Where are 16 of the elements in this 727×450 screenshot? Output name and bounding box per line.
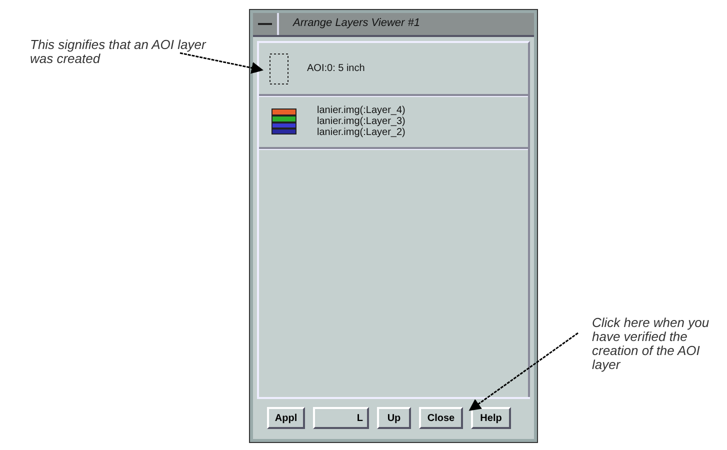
annotation-text: Click here when you have verified the creation of the AOI layer bbox=[592, 316, 710, 372]
layer-name: lanier.img(:Layer_2) bbox=[317, 127, 406, 138]
dialog-button[interactable]: Up bbox=[377, 407, 411, 429]
layer-name: AOI:0: 5 inch bbox=[307, 63, 365, 74]
layer-row[interactable]: AOI:0: 5 inch bbox=[259, 43, 528, 96]
dotted-rectangle-icon bbox=[269, 52, 289, 84]
layer-stack-icon bbox=[269, 106, 299, 136]
dialog-button[interactable]: Close bbox=[419, 407, 463, 429]
window-title: Arrange Layers Viewer #1 bbox=[292, 16, 420, 31]
dialog-button[interactable]: L bbox=[313, 407, 369, 429]
layer-row[interactable]: lanier.img(:Layer_4) lanier.img(:Layer_3) lanier.img(:Layer_2) bbox=[259, 96, 528, 149]
dialog-button[interactable]: Appl bbox=[267, 407, 305, 429]
dialog-button[interactable]: Help bbox=[471, 407, 511, 429]
layer-name: lanier.img(:Layer_4) bbox=[317, 105, 406, 116]
annotation-text: This signifies that an AOI layer was created bbox=[30, 38, 208, 66]
layer-name: lanier.img(:Layer_3) bbox=[317, 116, 406, 127]
